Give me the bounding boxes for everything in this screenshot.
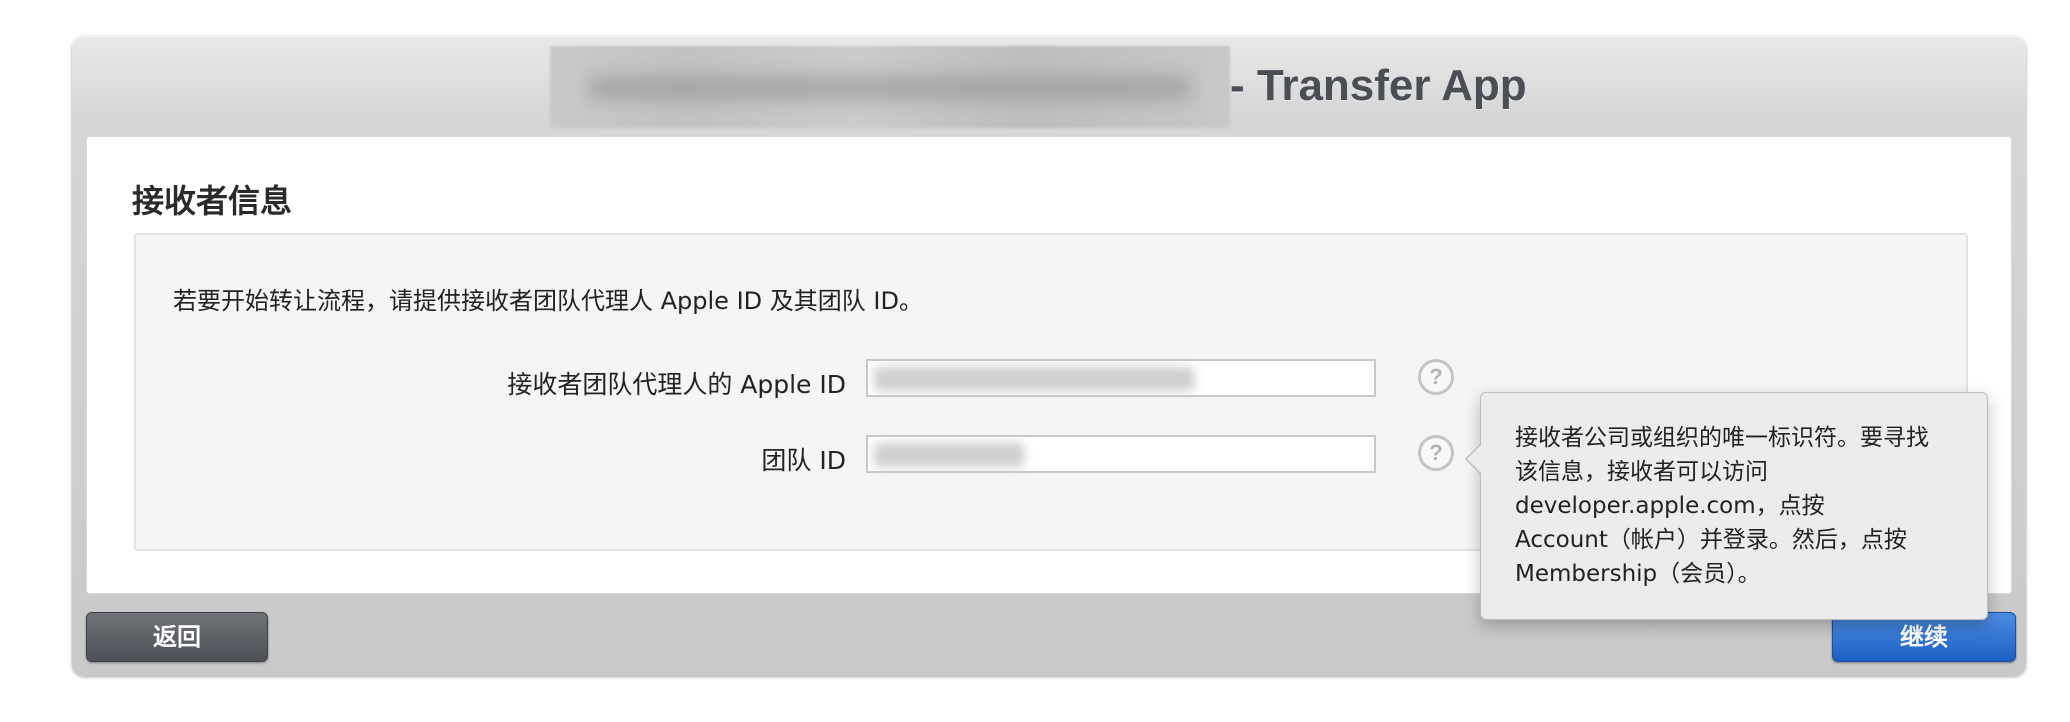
redacted-apple-id-value bbox=[874, 367, 1194, 391]
tooltip-line: developer.apple.com，点按 bbox=[1515, 493, 1825, 519]
back-button[interactable]: 返回 bbox=[86, 612, 268, 662]
tooltip-arrow bbox=[1465, 443, 1482, 475]
intro-text: 若要开始转让流程，请提供接收者团队代理人 Apple ID 及其团队 ID。 bbox=[173, 287, 923, 315]
window-title: - Transfer App bbox=[1230, 61, 1527, 110]
team-id-input[interactable] bbox=[866, 435, 1376, 473]
tooltip-line: 该信息，接收者可以访问 bbox=[1515, 459, 1768, 485]
apple-id-help-icon[interactable]: ? bbox=[1418, 359, 1454, 395]
redacted-app-name bbox=[550, 46, 1230, 128]
team-id-label: 团队 ID bbox=[761, 446, 846, 475]
redacted-team-id-value bbox=[874, 443, 1024, 467]
team-id-help-icon[interactable]: ? bbox=[1418, 435, 1454, 471]
team-id-help-tooltip: 接收者公司或组织的唯一标识符。要寻找 该信息，接收者可以访问 developer… bbox=[1465, 392, 1988, 620]
section-title: 接收者信息 bbox=[132, 182, 293, 220]
apple-id-label: 接收者团队代理人的 Apple ID bbox=[507, 370, 846, 399]
window-title-bar: - Transfer App bbox=[72, 36, 2026, 136]
apple-id-input[interactable] bbox=[866, 359, 1376, 397]
tooltip-line: 接收者公司或组织的唯一标识符。要寻找 bbox=[1515, 425, 1929, 451]
tooltip-line: Account（帐户）并登录。然后，点按 bbox=[1515, 527, 1907, 553]
tooltip-line: Membership（会员）。 bbox=[1515, 561, 1761, 587]
